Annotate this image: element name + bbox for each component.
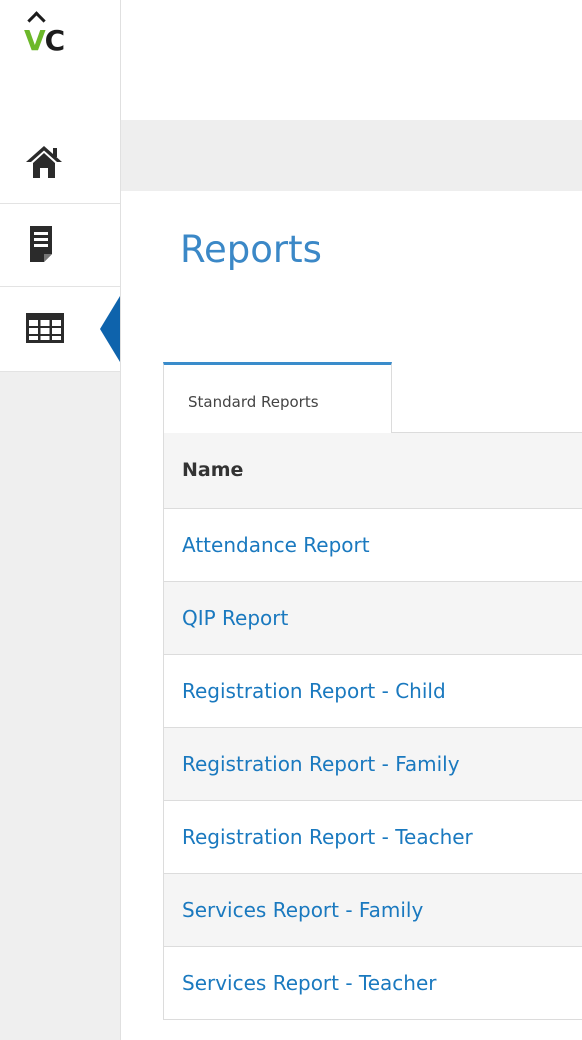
home-icon: [24, 142, 64, 186]
report-link-services-family[interactable]: Services Report - Family: [182, 898, 423, 922]
sidebar-item-documents[interactable]: [0, 204, 120, 287]
logo[interactable]: VC: [0, 0, 120, 120]
top-bar: [121, 0, 582, 120]
table-row: Registration Report - Teacher: [164, 801, 582, 874]
tab-label: Standard Reports: [188, 393, 319, 411]
active-indicator: [100, 296, 120, 362]
column-header-name[interactable]: Name: [182, 459, 243, 481]
table-row: Attendance Report: [164, 509, 582, 582]
report-link-services-teacher[interactable]: Services Report - Teacher: [182, 971, 437, 995]
report-link-registration-child[interactable]: Registration Report - Child: [182, 679, 446, 703]
tab-standard-reports[interactable]: Standard Reports: [163, 362, 392, 433]
table-header-row: Name: [164, 433, 582, 509]
report-link-registration-family[interactable]: Registration Report - Family: [182, 752, 460, 776]
report-link-attendance[interactable]: Attendance Report: [182, 533, 370, 557]
table-row: Services Report - Family: [164, 874, 582, 947]
sidebar: VC: [0, 0, 121, 1040]
page-title: Reports: [180, 228, 322, 271]
logo-letter-c: C: [44, 24, 66, 57]
table-row: Registration Report - Child: [164, 655, 582, 728]
report-link-qip[interactable]: QIP Report: [182, 606, 288, 630]
document-icon: [24, 224, 64, 270]
reports-table: Name Attendance Report QIP Report Regist…: [163, 433, 582, 1020]
table-icon: [24, 309, 68, 353]
report-link-registration-teacher[interactable]: Registration Report - Teacher: [182, 825, 473, 849]
logo-letter-v: V: [24, 24, 46, 57]
table-row: Services Report - Teacher: [164, 947, 582, 1020]
table-row: QIP Report: [164, 582, 582, 655]
table-row: Registration Report - Family: [164, 728, 582, 801]
header-band: [121, 120, 582, 191]
sidebar-item-home[interactable]: [0, 120, 120, 204]
